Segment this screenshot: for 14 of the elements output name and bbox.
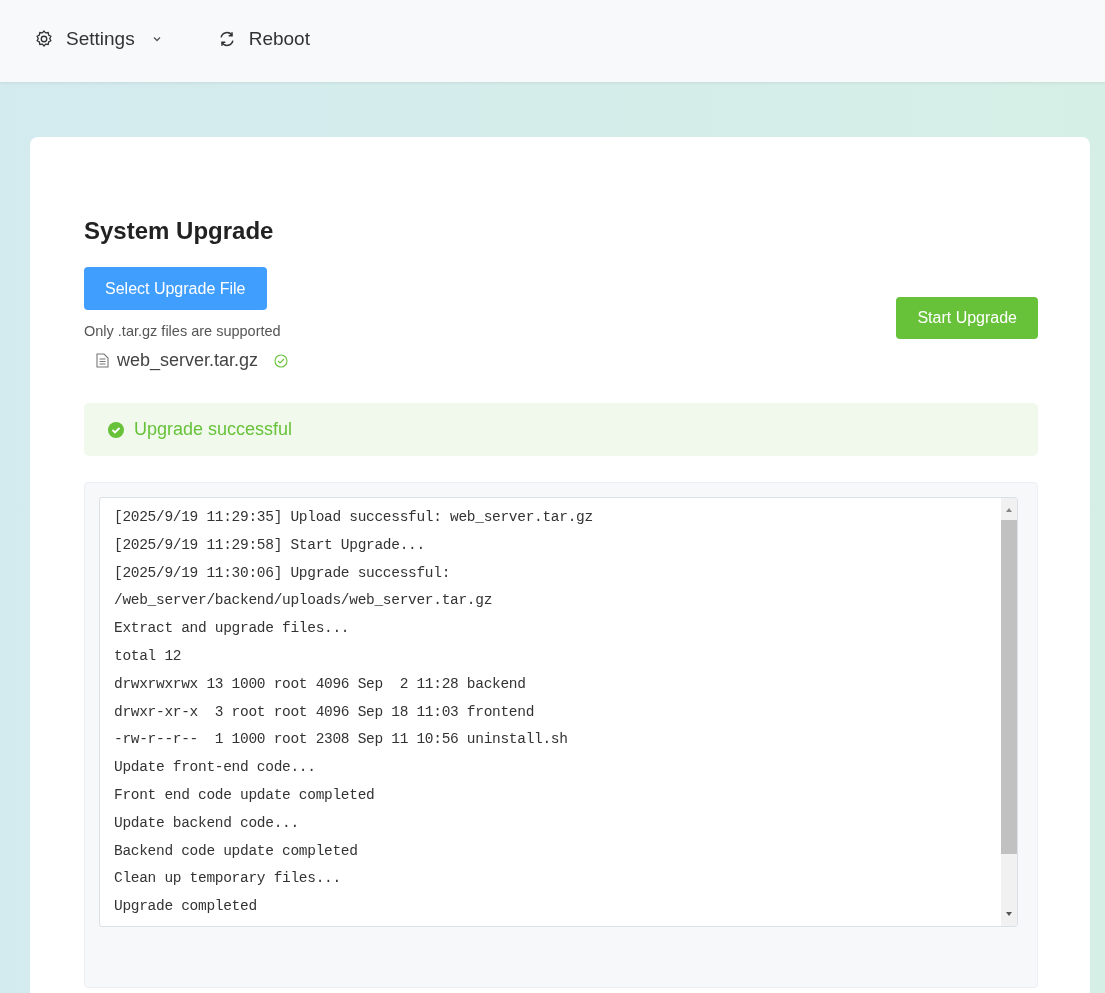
alert-message: Upgrade successful (134, 419, 293, 440)
file-type-hint: Only .tar.gz files are supported (84, 323, 282, 339)
card-title: System Upgrade (84, 217, 275, 245)
reboot-menu[interactable]: Reboot (216, 19, 310, 59)
file-name: web_server.tar.gz (117, 350, 259, 371)
settings-menu[interactable]: Settings (34, 19, 163, 59)
gear-icon (34, 29, 54, 49)
scroll-up-arrow-icon[interactable] (1005, 506, 1013, 514)
document-icon (96, 353, 109, 368)
scroll-down-arrow-icon[interactable] (1005, 910, 1013, 918)
check-circle-icon (108, 421, 124, 438)
log-textarea[interactable] (99, 497, 1018, 927)
scrollbar[interactable] (1001, 498, 1017, 926)
log-text: [2025/9/19 11:29:35] Upload successful: web_server.tar.gz [2025/9/19 11:29:58] Start Upgrade... [2025/9/19 11:30:06] Upgrade successful: /web_server/backend/uploads/web_server.tar.gz Extract and upgrade files... total 12 drwxrwxrwx 13 1000 root 4096 Sep 2 11:28 backend drwxr-xr-x 3 root root 4096 Sep 18 11:03 frontend -rw-r--r-- 1 1000 root 2308 Sep 11 10:56 uninstall.sh Update front-end code... Front end code update completed Update backend code... Backend code update completed Clean up temporary files... Upgrade completed (113, 508, 594, 917)
